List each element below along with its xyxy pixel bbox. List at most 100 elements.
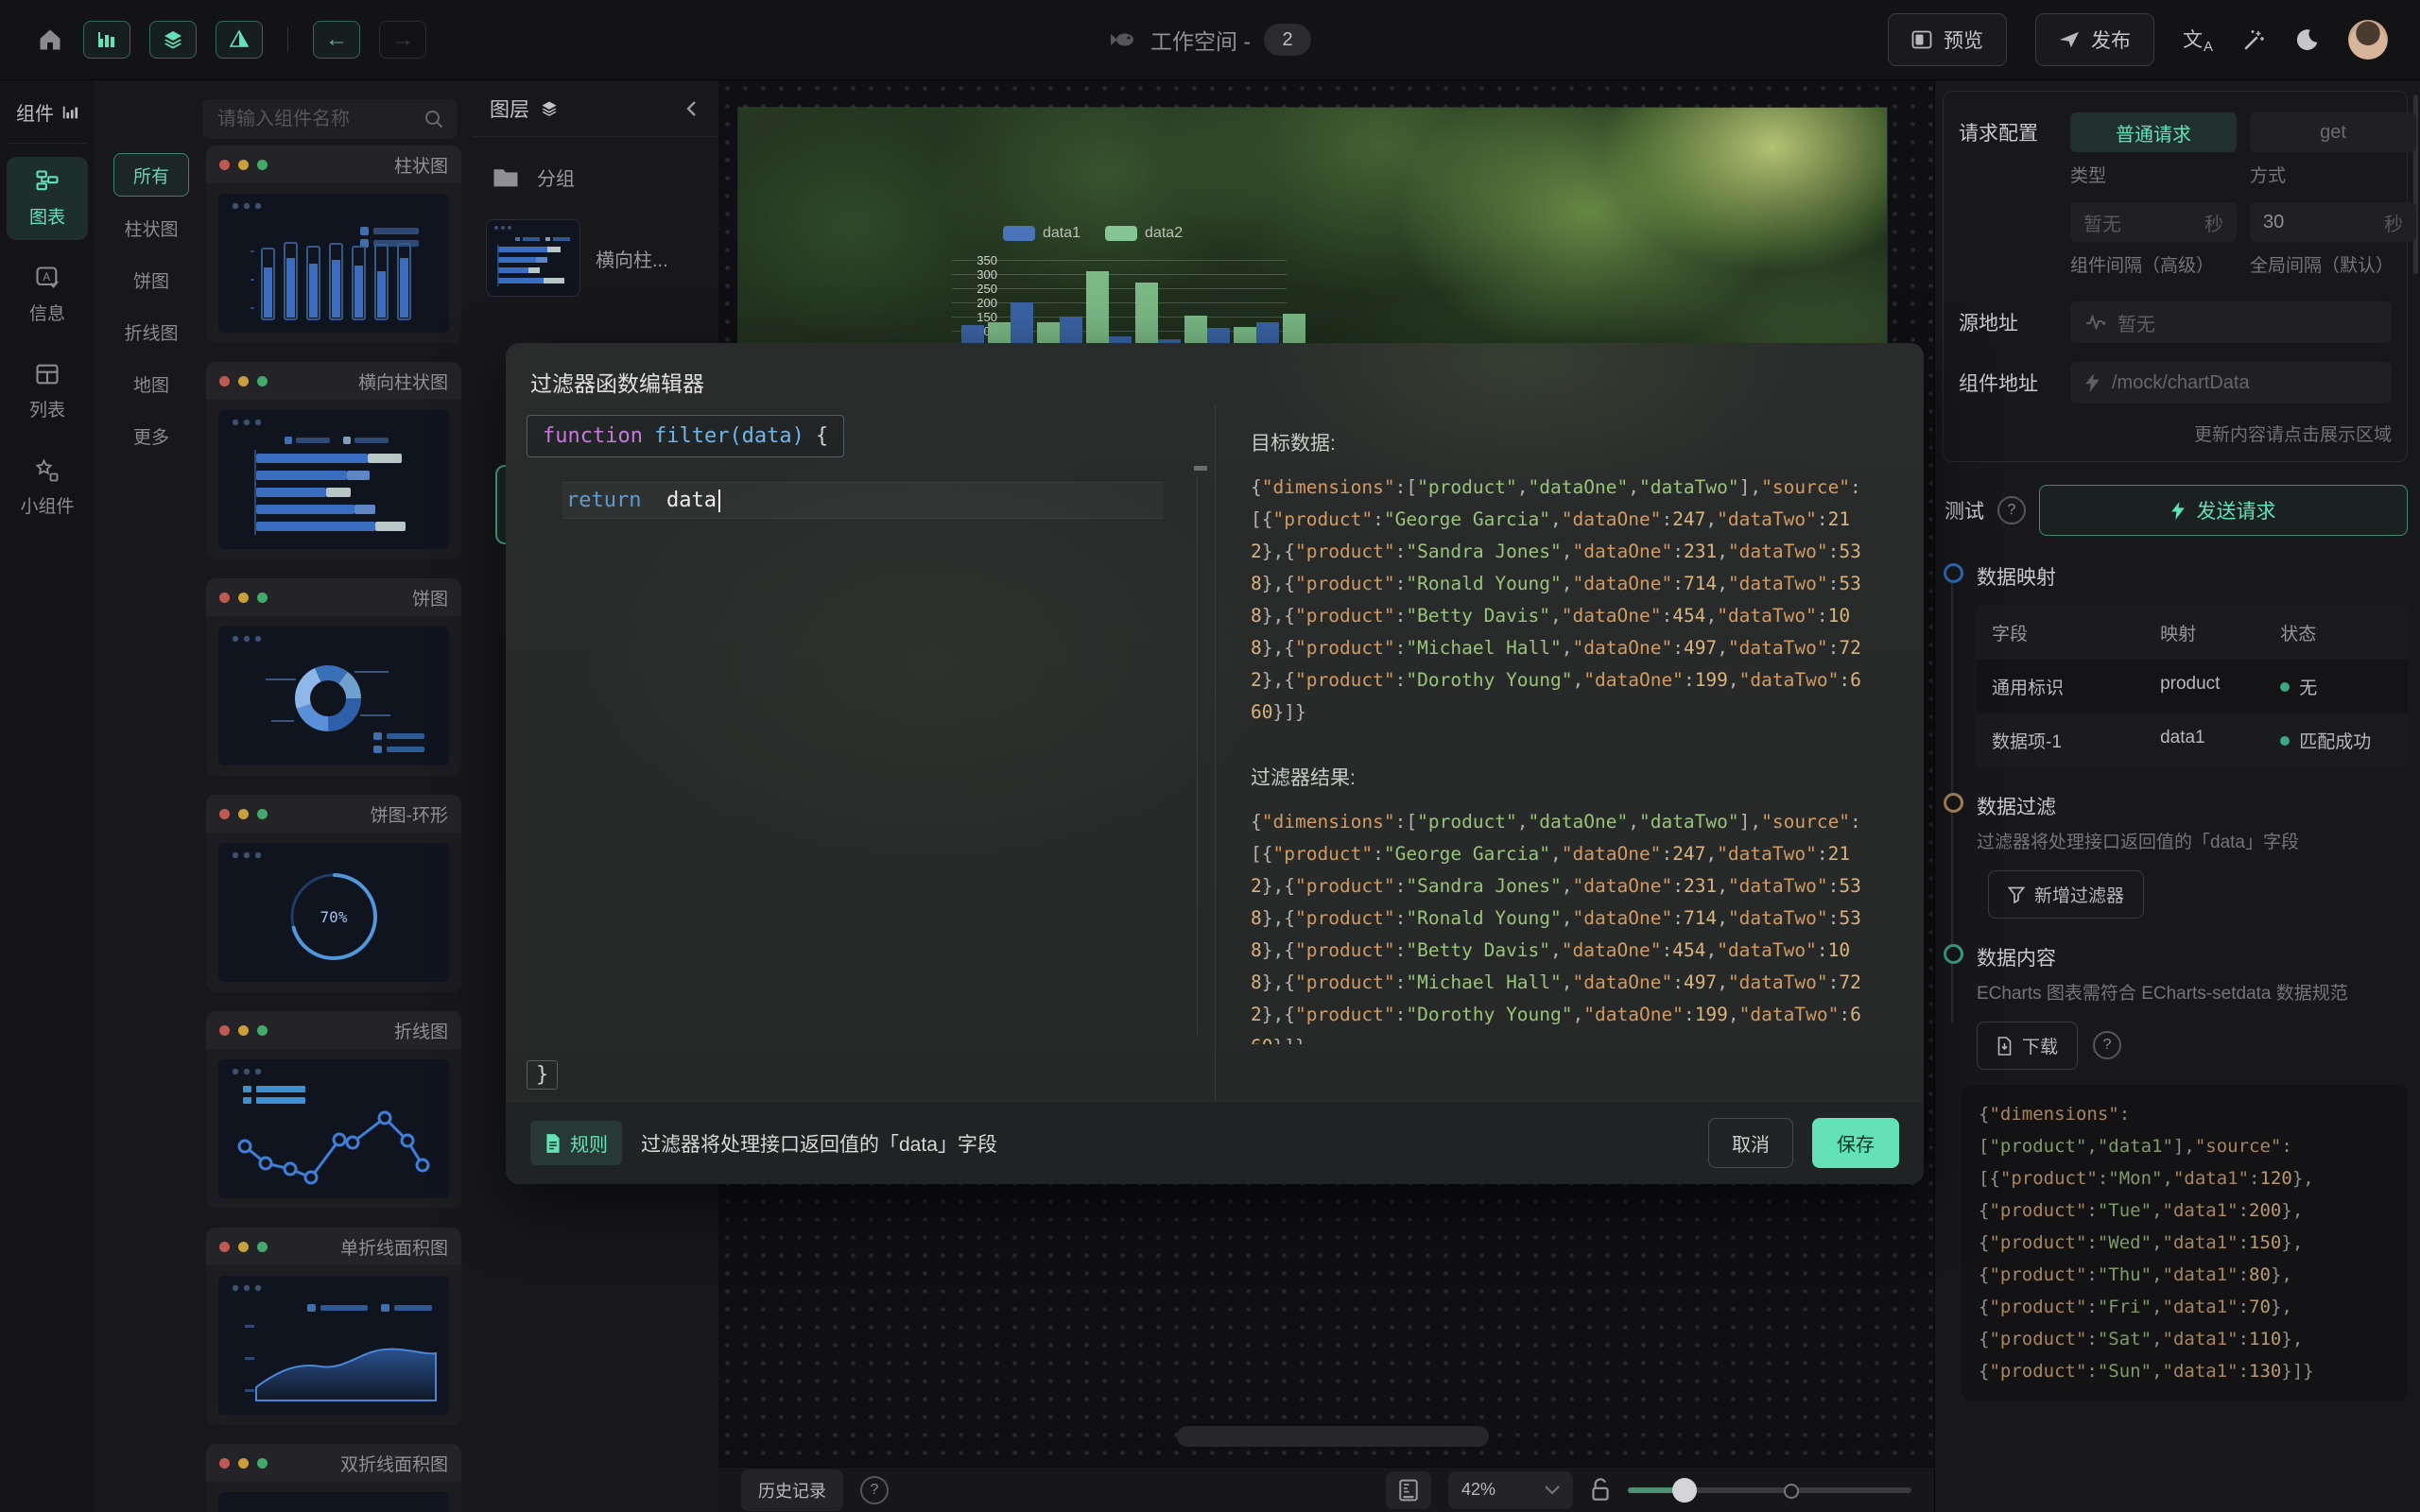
history-button[interactable]: 历史记录 <box>741 1469 843 1511</box>
filter-result-label: 过滤器结果: <box>1251 763 1897 791</box>
zoom-value: 42% <box>1461 1480 1495 1500</box>
component-address-input[interactable]: /mock/chartData <box>2070 362 2392 404</box>
layer-group-item[interactable]: 分组 <box>492 163 718 191</box>
cancel-button[interactable]: 取消 <box>1708 1118 1793 1168</box>
tab-widgets[interactable]: 小组件 <box>7 446 88 529</box>
keyword-return: return <box>566 489 641 512</box>
zoom-slider[interactable] <box>1628 1471 1911 1509</box>
language-icon[interactable]: 文A <box>2183 25 2214 55</box>
undo-button[interactable]: ← <box>313 21 360 59</box>
help-icon[interactable]: ? <box>860 1476 889 1504</box>
dot-green <box>257 593 268 603</box>
card-title: 饼图 <box>412 585 448 610</box>
content-title: 数据内容 <box>1977 943 2408 971</box>
return-data: data <box>666 489 717 512</box>
horizontal-scrollbar[interactable] <box>1177 1426 1489 1447</box>
layer-panel-title: 图层 <box>490 94 529 123</box>
card-title: 柱状图 <box>394 152 448 178</box>
double-area-chart-thumbnail <box>218 1492 449 1512</box>
tab-info[interactable]: A 信息 <box>7 253 88 336</box>
target-data-label: 目标数据: <box>1251 428 1897 456</box>
category-all[interactable]: 所有 <box>113 153 189 197</box>
component-card-hbar[interactable]: 横向柱状图 <box>206 362 461 559</box>
pie-chart-thumbnail <box>218 627 449 765</box>
document-icon <box>544 1133 562 1154</box>
collapse-chevron-icon[interactable] <box>683 99 701 118</box>
redo-button[interactable]: → <box>379 21 426 59</box>
zoom-level-select[interactable]: 42% <box>1448 1471 1573 1509</box>
component-card-ring[interactable]: 饼图-环形 70% <box>206 795 461 992</box>
filter-subtitle: 过滤器将处理接口返回值的「data」字段 <box>1977 828 2408 853</box>
preview-button[interactable]: 预览 <box>1888 13 2007 66</box>
dot-yellow <box>238 809 249 819</box>
left-icon-rail: 组件 图表 A 信息 列表 小组件 <box>0 79 95 1512</box>
card-title: 饼图-环形 <box>371 801 448 827</box>
chart-bar-data2 <box>1184 316 1207 344</box>
text-cursor <box>718 490 720 512</box>
category-map[interactable]: 地图 <box>114 363 188 404</box>
chart-bar-data2 <box>1037 322 1060 343</box>
source-address-input[interactable]: 暂无 <box>2070 301 2392 343</box>
bar-chart-small-icon <box>61 104 78 121</box>
category-line[interactable]: 折线图 <box>114 311 188 352</box>
chart-bar-data1 <box>1109 336 1132 343</box>
category-more[interactable]: 更多 <box>114 415 188 456</box>
line-chart-thumbnail <box>218 1059 449 1198</box>
component-card-line[interactable]: 折线图 <box>206 1011 461 1209</box>
editor-scrollbar-thumb[interactable] <box>1194 466 1207 471</box>
component-card-pie[interactable]: 饼图 <box>206 578 461 776</box>
home-icon[interactable] <box>36 26 64 53</box>
save-button[interactable]: 保存 <box>1812 1118 1899 1168</box>
test-help-icon[interactable]: ? <box>1997 496 2026 524</box>
layer-item-hbar[interactable]: 横向柱... <box>486 219 718 297</box>
preview-window-icon <box>1911 30 1932 49</box>
dot-red <box>219 160 230 170</box>
dot-green <box>257 1458 268 1469</box>
send-request-button[interactable]: 发送请求 <box>2039 485 2408 536</box>
dot-red <box>219 376 230 387</box>
component-interval-input[interactable]: 暂无 秒 <box>2070 202 2237 242</box>
dark-mode-moon-icon[interactable] <box>2295 27 2320 52</box>
chart-category-icon <box>34 168 60 195</box>
component-card-area2[interactable]: 双折线面积图 <box>206 1444 461 1512</box>
gridline: 150 <box>952 317 1287 318</box>
search-icon <box>424 109 444 129</box>
layers-panel-toggle-button[interactable] <box>149 21 197 59</box>
details-panel-toggle-button[interactable] <box>216 21 263 59</box>
dot-green <box>257 376 268 387</box>
preview-label: 预览 <box>1944 26 1983 54</box>
slider-thumb[interactable] <box>1672 1478 1697 1503</box>
category-bar[interactable]: 柱状图 <box>114 207 188 249</box>
add-filter-button[interactable]: 新增过滤器 <box>1988 870 2144 919</box>
filter-editor-modal: 过滤器函数编辑器 function filter(data) { return … <box>506 343 1924 1184</box>
request-type-chip[interactable]: 普通请求 <box>2070 112 2237 152</box>
gridline: 300 <box>952 274 1287 275</box>
global-interval-input[interactable]: 30 秒 <box>2250 202 2416 242</box>
code-current-line[interactable]: return data <box>562 482 1164 519</box>
table-row: 通用标识 product 无 <box>1977 660 2408 713</box>
magic-wand-icon[interactable] <box>2242 27 2267 52</box>
lock-open-icon[interactable] <box>1590 1477 1611 1503</box>
layer-item-thumbnail <box>486 219 580 297</box>
data-content-json[interactable]: {"dimensions": ["product","data1"],"sour… <box>1962 1085 2408 1400</box>
code-editor[interactable]: function filter(data) { return data } <box>506 404 1216 1101</box>
request-method-box[interactable]: get <box>2250 112 2416 152</box>
publish-button[interactable]: 发布 <box>2035 13 2154 66</box>
tab-charts[interactable]: 图表 <box>7 157 88 240</box>
data-mapping-section: 数据映射 字段 映射 状态 通用标识 product 无 数据项-1 data1… <box>1935 562 2408 767</box>
panel-layout-button[interactable] <box>1386 1471 1431 1509</box>
component-card-area[interactable]: 单折线面积图 <box>206 1228 461 1425</box>
tab-list[interactable]: 列表 <box>7 350 88 433</box>
data-config-panel: 请求配置 普通请求 get 类型 方式 暂无 秒 30 秒 组件间隔（高级） 全… <box>1934 79 2420 1512</box>
category-pie[interactable]: 饼图 <box>114 259 188 301</box>
content-help-icon[interactable]: ? <box>2093 1031 2121 1059</box>
canvas-bar-chart[interactable]: data1 data2 350300250200150100 <box>899 212 1305 343</box>
download-button[interactable]: 下载 <box>1977 1022 2078 1070</box>
filter-result-json: {"dimensions":["product","dataOne","data… <box>1251 806 1867 1044</box>
chart-bar-data2 <box>1234 327 1256 344</box>
avatar[interactable] <box>2348 20 2388 60</box>
chart-panel-toggle-button[interactable] <box>83 21 130 59</box>
card-title: 双折线面积图 <box>340 1451 448 1476</box>
component-card-bar[interactable]: 柱状图 <box>206 146 461 343</box>
search-input[interactable] <box>216 108 424 131</box>
